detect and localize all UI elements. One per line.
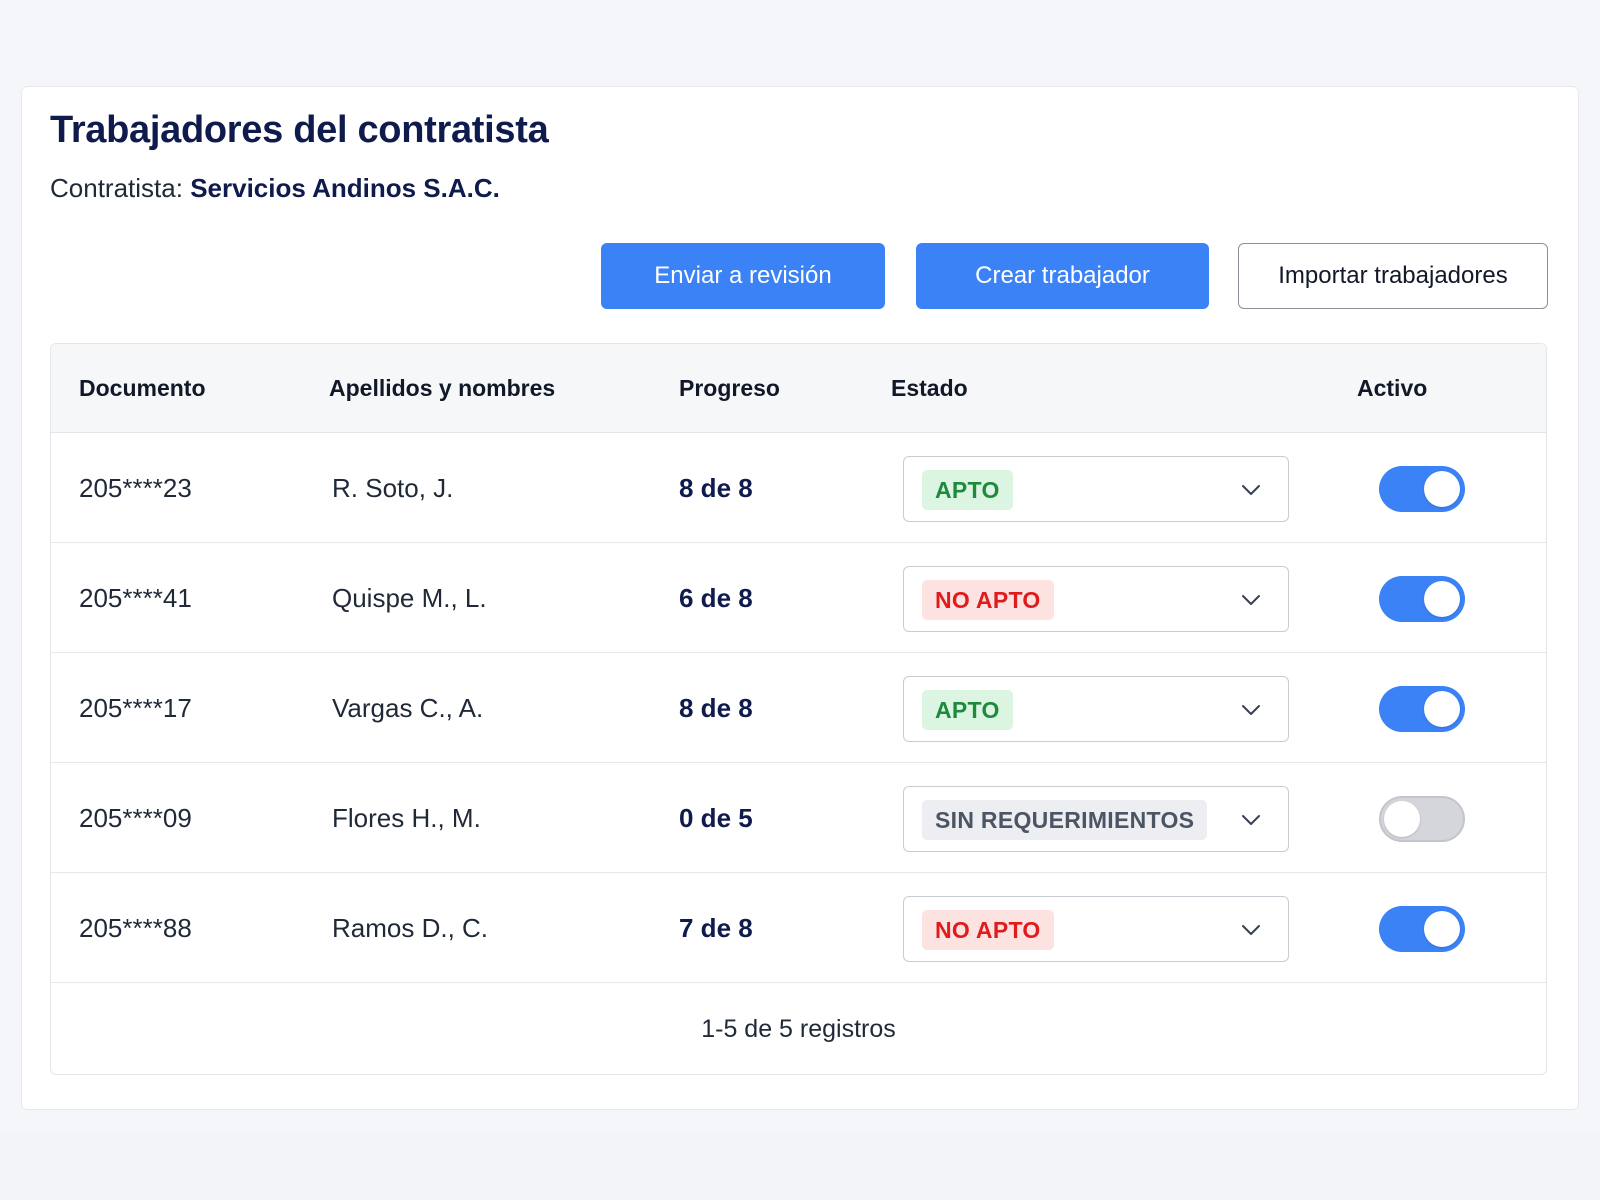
table-row[interactable]: 205****09 Flores H., M. 0 de 5 SIN REQUERIM… xyxy=(51,763,1546,873)
create-worker-button[interactable]: Crear trabajador xyxy=(916,243,1209,309)
send-to-review-button[interactable]: Enviar a revisión xyxy=(601,243,885,309)
active-toggle[interactable] xyxy=(1379,906,1465,952)
documento-cell: 205****23 xyxy=(79,472,192,503)
toggle-knob xyxy=(1424,911,1460,947)
table-row[interactable]: 205****17 Vargas C., A. 8 de 8 APTO xyxy=(51,653,1546,763)
toggle-knob xyxy=(1424,471,1460,507)
chevron-down-icon xyxy=(1240,809,1262,831)
active-toggle[interactable] xyxy=(1379,686,1465,732)
chevron-down-icon xyxy=(1240,699,1262,721)
pagination-summary: 1-5 de 5 registros xyxy=(701,1014,896,1043)
estado-badge: NO APTO xyxy=(922,580,1054,620)
table-row[interactable]: 205****23 R. Soto, J. 8 de 8 APTO xyxy=(51,433,1546,543)
estado-select[interactable]: SIN REQUERIMIENTOS xyxy=(903,786,1289,852)
chevron-down-icon xyxy=(1240,919,1262,941)
active-toggle[interactable] xyxy=(1379,576,1465,622)
documento-cell: 205****09 xyxy=(79,802,192,833)
chevron-down-icon xyxy=(1240,589,1262,611)
bottom-band xyxy=(0,1130,1600,1200)
column-header-nombre[interactable]: Apellidos y nombres xyxy=(329,344,555,433)
nombre-cell: Ramos D., C. xyxy=(332,912,489,943)
page-title: Trabajadores del contratista xyxy=(50,109,549,151)
active-toggle[interactable] xyxy=(1379,796,1465,842)
column-header-estado[interactable]: Estado xyxy=(891,344,968,433)
progreso-cell: 7 de 8 xyxy=(679,912,753,943)
top-band xyxy=(0,0,1600,66)
contractor-label: Contratista: xyxy=(50,173,183,203)
estado-select[interactable]: NO APTO xyxy=(903,566,1289,632)
estado-badge: APTO xyxy=(922,690,1013,730)
estado-badge: SIN REQUERIMIENTOS xyxy=(922,800,1208,840)
progreso-cell: 0 de 5 xyxy=(679,802,753,833)
toggle-knob xyxy=(1424,581,1460,617)
column-header-activo[interactable]: Activo xyxy=(1357,344,1427,433)
workers-table: Documento Apellidos y nombres Progreso E… xyxy=(50,343,1547,1075)
column-header-documento[interactable]: Documento xyxy=(79,344,206,433)
progreso-cell: 8 de 8 xyxy=(679,692,753,723)
estado-select[interactable]: APTO xyxy=(903,676,1289,742)
chevron-down-icon xyxy=(1240,479,1262,501)
contractor-name: Servicios Andinos S.A.C. xyxy=(190,173,500,203)
table-row[interactable]: 205****41 Quispe M., L. 6 de 8 NO APTO xyxy=(51,543,1546,653)
table-header: Documento Apellidos y nombres Progreso E… xyxy=(51,344,1546,433)
progreso-cell: 6 de 8 xyxy=(679,582,753,613)
nombre-cell: Quispe M., L. xyxy=(332,582,487,613)
nombre-cell: Flores H., M. xyxy=(332,802,481,833)
documento-cell: 205****17 xyxy=(79,692,192,723)
workers-card: Trabajadores del contratista Contratista… xyxy=(21,86,1579,1110)
toggle-knob xyxy=(1384,801,1420,837)
progreso-cell: 8 de 8 xyxy=(679,472,753,503)
estado-badge: NO APTO xyxy=(922,910,1054,950)
documento-cell: 205****41 xyxy=(79,582,192,613)
active-toggle[interactable] xyxy=(1379,466,1465,512)
estado-select[interactable]: NO APTO xyxy=(903,896,1289,962)
nombre-cell: Vargas C., A. xyxy=(332,692,484,723)
column-header-progreso[interactable]: Progreso xyxy=(679,344,780,433)
toggle-knob xyxy=(1424,691,1460,727)
contractor-line: Contratista: Servicios Andinos S.A.C. xyxy=(50,173,500,204)
documento-cell: 205****88 xyxy=(79,912,192,943)
estado-select[interactable]: APTO xyxy=(903,456,1289,522)
table-row[interactable]: 205****88 Ramos D., C. 7 de 8 NO APTO xyxy=(51,873,1546,983)
nombre-cell: R. Soto, J. xyxy=(332,472,454,503)
estado-badge: APTO xyxy=(922,470,1013,510)
import-workers-button[interactable]: Importar trabajadores xyxy=(1238,243,1548,309)
